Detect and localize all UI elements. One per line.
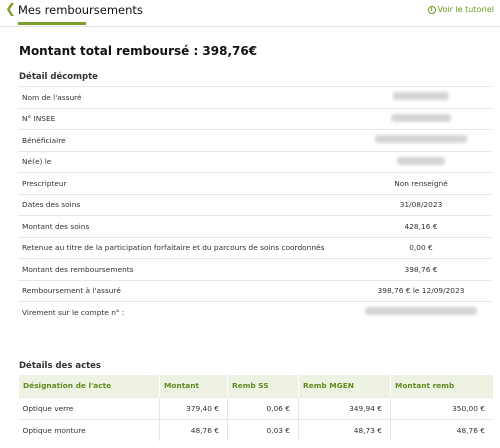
detail-value: 0,00 € [409,243,433,253]
act-name: Optique monture [18,418,160,441]
detail-table: Nom de l'assuré N° INSEE Bénéficiaire Né… [18,86,492,323]
detail-value: 31/08/2023 [399,200,443,210]
act-amount: 48,76 € [159,418,228,441]
detail-label: Dates des soins [22,200,81,210]
tutorial-link[interactable]: i Voir le tutoriel [427,5,494,14]
detail-label: Virement sur le compte n° : [22,307,125,317]
total-reimbursed: Montant total remboursé : 398,76€ [19,44,258,58]
act-remb-mgen: 349,94 € [298,396,391,419]
detail-row-prescriber: Prescripteur Non renseigné [18,172,492,194]
detail-row-insured-name: Nom de l'assuré [18,86,492,108]
detail-row-care-amount: Montant des soins 428,16 € [18,215,492,237]
top-bar: ❮ Mes remboursements i Voir le tutoriel [0,0,500,26]
act-total-remb: 48,76 € [390,418,493,441]
act-remb-ss: 0,03 € [227,418,299,441]
acts-table: Désignation de l'acte Montant Remb SS Re… [18,375,493,441]
detail-row-birthdate: Né(e) le [18,150,492,173]
page-title: Mes remboursements [18,3,143,17]
detail-label: Montant des soins [22,221,90,231]
table-row: Optique monture 48,76 € 0,03 € 48,73 € 4… [18,418,493,441]
detail-row-reimbursement-amount: Montant des remboursements 398,76 € [18,258,492,280]
detail-label: Né(e) le [22,157,52,167]
detail-value-redacted [356,135,486,145]
detail-row-beneficiary: Bénéficiaire [18,129,492,151]
act-name: Optique verre [18,396,160,419]
column-header: Désignation de l'acte [18,375,160,397]
tutorial-label: Voir le tutoriel [437,5,494,14]
detail-label: Prescripteur [22,178,67,188]
acts-section-title: Détails des actes [19,361,101,371]
detail-label: Remboursement à l'assuré [22,286,121,296]
detail-value-redacted [356,113,486,124]
column-header: Remb MGEN [298,375,391,397]
acts-header-row: Désignation de l'acte Montant Remb SS Re… [18,375,493,397]
detail-value-redacted [356,156,486,167]
header-divider [0,26,500,27]
detail-value: 398,76 € le 12/09/2023 [377,286,465,296]
detail-row-insured-reimbursement: Remboursement à l'assuré 398,76 € le 12/… [18,279,492,302]
detail-label: Montant des remboursements [22,264,134,274]
column-header: Montant remb [390,375,493,397]
detail-label: Retenue au titre de la participation for… [22,243,325,253]
table-row: Optique verre 379,40 € 0,06 € 349,94 € 3… [18,396,493,419]
detail-label: Bénéficiaire [22,135,66,145]
detail-value: 398,76 € [404,264,438,274]
back-chevron-icon[interactable]: ❮ [5,3,16,17]
detail-value: 428,16 € [404,221,438,231]
act-total-remb: 350,00 € [390,396,493,419]
detail-label: N° INSEE [22,114,56,124]
detail-row-withholding: Retenue au titre de la participation for… [18,236,492,259]
detail-section-title: Détail décompte [19,72,98,82]
detail-row-insee: N° INSEE [18,107,492,130]
detail-label: Nom de l'assuré [22,92,82,102]
detail-row-care-dates: Dates des soins 31/08/2023 [18,193,492,216]
detail-value-redacted [356,307,486,317]
act-amount: 379,40 € [159,396,228,419]
detail-value: Non renseigné [394,178,448,188]
detail-value-redacted [356,92,486,102]
active-tab-underline [18,22,86,25]
info-icon: i [427,5,436,14]
act-remb-ss: 0,06 € [227,396,299,419]
column-header: Montant [159,375,228,397]
act-remb-mgen: 48,73 € [298,418,391,441]
column-header: Remb SS [227,375,299,397]
detail-row-bank-transfer: Virement sur le compte n° : [18,301,492,323]
